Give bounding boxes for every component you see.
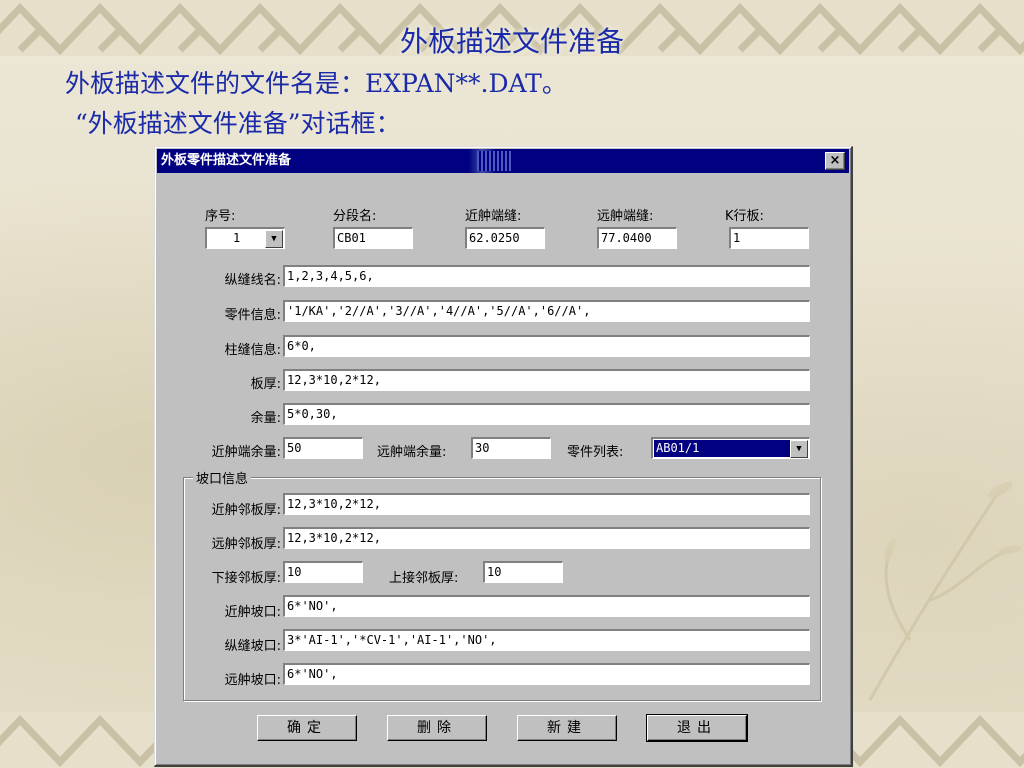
ok-button[interactable]: 确定 [257,715,357,741]
near-seam-input[interactable]: 62.0250 [465,227,545,249]
thickness-input[interactable]: 12,3*10,2*12, [283,369,810,391]
part-list-select[interactable]: AB01/1 ▼ [651,437,810,459]
delete-button[interactable]: 删除 [387,715,487,741]
far-seam-input[interactable]: 77.0400 [597,227,677,249]
near-end-margin-label: 近舯端余量: [211,445,281,460]
seq-label: 序号: [205,209,236,224]
part-info-input[interactable]: '1/KA','2//A','3//A','4//A','5//A','6//A… [283,300,810,322]
slide-title: 外板描述文件准备 [399,25,624,58]
part-description-dialog: 外板零件描述文件准备 × 序号: 分段名: 近舯端缝: 远舯端缝: K行板: 1… [154,146,853,767]
dialog-title: 外板零件描述文件准备 [161,153,292,168]
margin-input[interactable]: 5*0,30, [283,403,810,425]
chevron-down-icon[interactable]: ▼ [265,230,283,248]
dialog-titlebar[interactable]: 外板零件描述文件准备 × [157,149,849,173]
long-bevel-input[interactable]: 3*'AI-1','*CV-1','AI-1','NO', [283,629,810,651]
far-end-margin-input[interactable]: 30 [471,437,551,459]
seq-select[interactable]: 1 ▼ [205,227,285,249]
part-list-selected-value: AB01/1 [654,440,791,457]
chevron-down-icon[interactable]: ▼ [790,440,808,458]
far-adjacent-thickness-label: 远舯邻板厚: [211,537,281,552]
near-seam-label: 近舯端缝: [465,209,522,224]
upper-adjacent-thickness-input[interactable]: 10 [483,561,563,583]
near-bevel-input[interactable]: 6*'NO', [283,595,810,617]
col-seam-input[interactable]: 6*0, [283,335,810,357]
near-bevel-label: 近舯坡口: [224,605,281,620]
thickness-label: 板厚: [250,377,281,392]
slide-description-dialog: “外板描述文件准备”对话框： [75,109,401,138]
decorative-branch-drawing [868,481,1022,701]
far-seam-label: 远舯端缝: [597,209,654,224]
long-seam-input[interactable]: 1,2,3,4,5,6, [283,265,810,287]
far-bevel-label: 远舯坡口: [224,673,281,688]
k-row-input[interactable]: 1 [729,227,809,249]
bevel-info-group-title: 坡口信息 [193,468,252,487]
k-row-label: K行板: [725,209,764,224]
slide-description-filename: 外板描述文件的文件名是：EXPAN**.DAT。 [65,69,567,98]
far-bevel-input[interactable]: 6*'NO', [283,663,810,685]
close-icon[interactable]: × [825,152,845,170]
segment-input[interactable]: CB01 [333,227,413,249]
far-adjacent-thickness-input[interactable]: 12,3*10,2*12, [283,527,810,549]
near-adjacent-thickness-label: 近舯邻板厚: [211,503,281,518]
col-seam-label: 柱缝信息: [224,343,281,358]
seq-value: 1 [233,231,241,245]
long-seam-label: 纵缝线名: [224,273,281,288]
lower-adjacent-thickness-label: 下接邻板厚: [211,571,281,586]
long-bevel-label: 纵缝坡口: [224,639,281,654]
titlebar-decoration [477,151,513,171]
near-end-margin-input[interactable]: 50 [283,437,363,459]
lower-adjacent-thickness-input[interactable]: 10 [283,561,363,583]
margin-label: 余量: [250,411,281,426]
part-info-label: 零件信息: [224,308,281,323]
near-adjacent-thickness-input[interactable]: 12,3*10,2*12, [283,493,810,515]
upper-adjacent-thickness-label: 上接邻板厚: [389,571,459,586]
far-end-margin-label: 远舯端余量: [377,445,447,460]
exit-button[interactable]: 退出 [646,714,748,742]
part-list-label: 零件列表: [567,445,624,460]
segment-label: 分段名: [333,209,377,224]
new-button[interactable]: 新建 [517,715,617,741]
